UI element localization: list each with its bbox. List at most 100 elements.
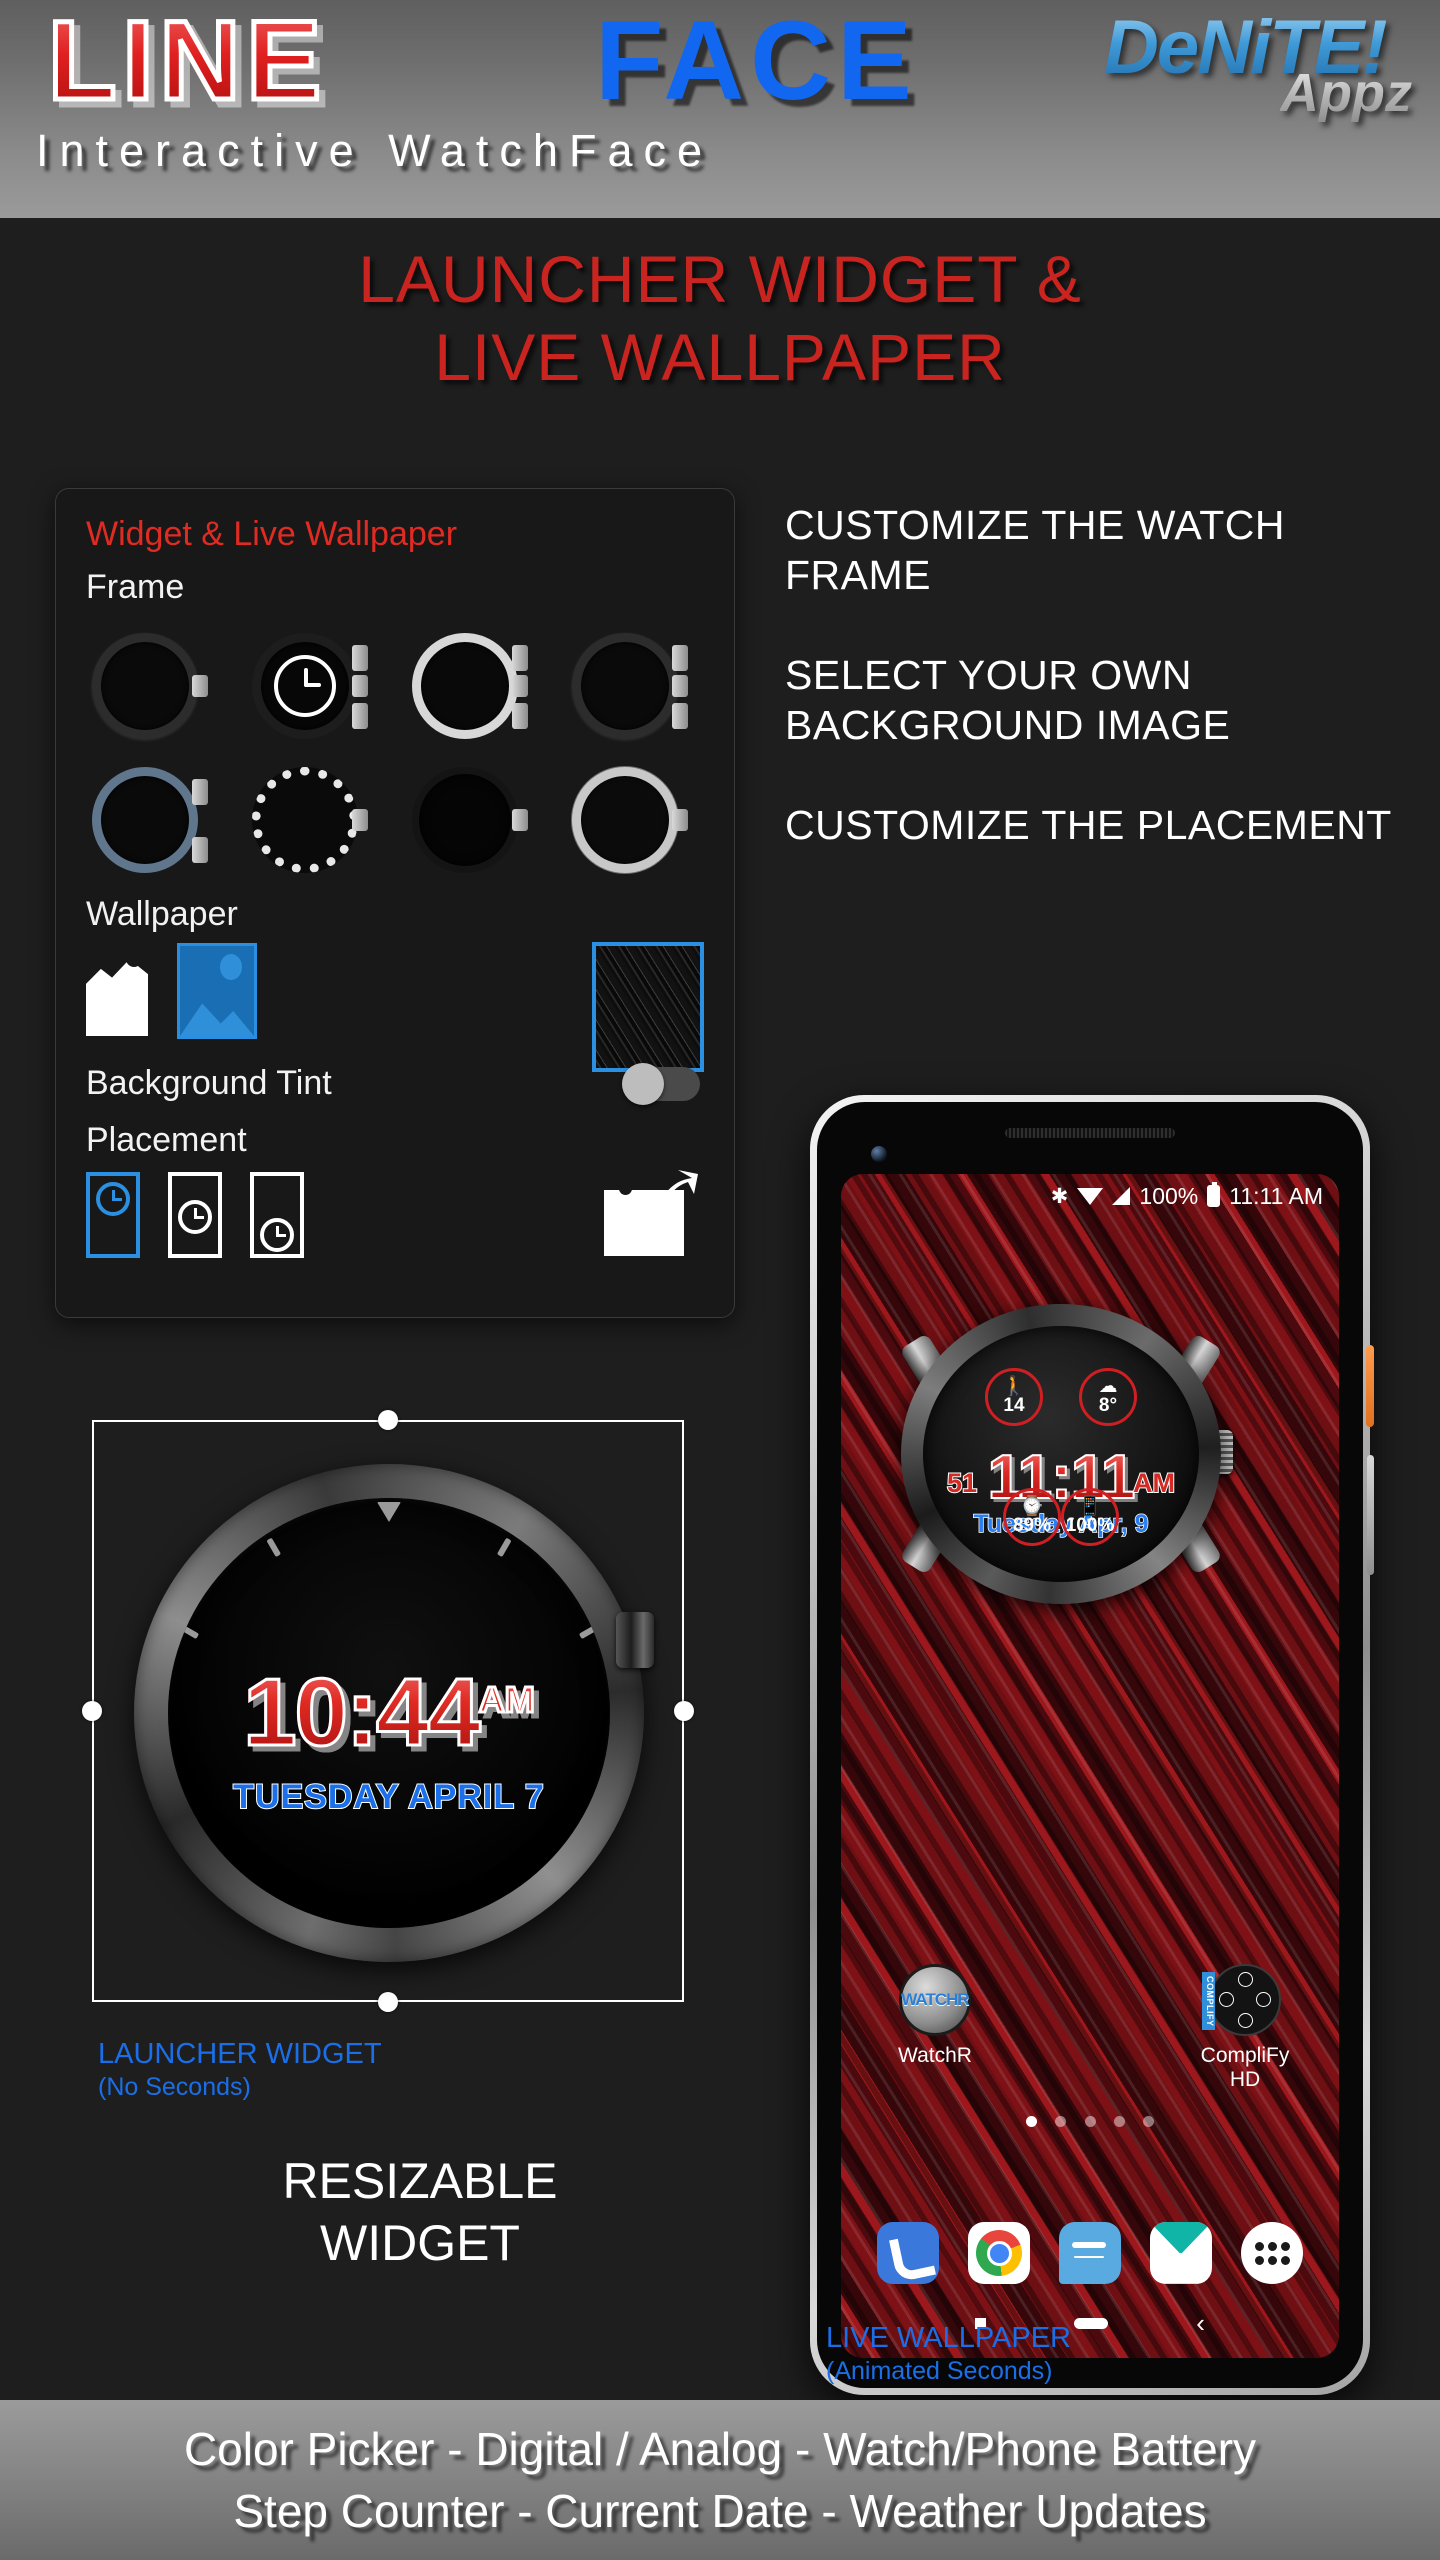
phone-battery-complication[interactable]: 📱 100%	[1061, 1488, 1119, 1546]
feature-list: CUSTOMIZE THE WATCH FRAME SELECT YOUR OW…	[785, 500, 1405, 900]
share-image-icon[interactable]	[604, 1168, 700, 1256]
placement-row	[86, 1170, 704, 1258]
steps-value: 14	[1003, 1395, 1025, 1416]
frame-option-6[interactable]	[406, 761, 528, 879]
frame-lug-icon	[352, 809, 368, 831]
drawer-dot	[1267, 2256, 1277, 2265]
frame-ring-icon	[252, 767, 358, 873]
placement-option-bottom[interactable]	[250, 1172, 304, 1258]
placement-option-top[interactable]	[86, 1172, 140, 1258]
resize-handle-top[interactable]	[378, 1410, 398, 1430]
drawer-dot	[1280, 2256, 1290, 2265]
status-bar: ✱ 100% 11:11 AM	[841, 1174, 1339, 1218]
frame-lug-icon	[192, 675, 208, 697]
app-drawer-icon[interactable]	[1240, 2222, 1303, 2284]
volume-button[interactable]	[1367, 1455, 1374, 1575]
frame-ring-icon	[412, 633, 518, 739]
resize-handle-bottom[interactable]	[378, 1992, 398, 2012]
frame-option-2[interactable]	[406, 627, 528, 745]
resize-handle-right[interactable]	[674, 1701, 694, 1721]
frame-ring-icon	[92, 767, 198, 873]
nav-home-button[interactable]	[1074, 2317, 1109, 2329]
hero-heading: LAUNCHER WIDGET & LIVE WALLPAPER	[0, 240, 1440, 396]
frame-option-1[interactable]	[246, 627, 368, 745]
page-dot[interactable]	[1143, 2116, 1155, 2127]
email-app-icon[interactable]	[1149, 2222, 1212, 2284]
app-dock	[841, 2222, 1339, 2284]
complify-sub-icon	[1219, 1992, 1234, 2007]
hero-line-2: LIVE WALLPAPER	[434, 320, 1006, 394]
chrome-app-icon[interactable]	[968, 2222, 1031, 2284]
widget-time: 10:44AM	[168, 1658, 610, 1768]
page-dot[interactable]	[1084, 2116, 1096, 2127]
background-tint-label: Background Tint	[86, 1064, 332, 1102]
live-wallpaper-watchface[interactable]: 🚶 14 ☁ 8° 51 11:11 AM Tuesday Apr, 9 ⌚	[899, 1304, 1233, 1604]
dial-tick	[179, 1624, 200, 1640]
weather-value: 8°	[1098, 1395, 1118, 1416]
walking-icon: 🚶	[1002, 1376, 1026, 1397]
nav-back-button[interactable]: ‹	[1196, 2310, 1205, 2336]
frame-option-4[interactable]	[86, 761, 208, 879]
frame-lug-icon	[512, 703, 528, 729]
frame-lug-icon	[672, 645, 688, 671]
caption-sub: (Animated Seconds)	[826, 2357, 1053, 2385]
app-shortcut-watchr[interactable]: WATCHR WatchR	[875, 1964, 995, 2068]
page-indicator	[841, 2114, 1339, 2132]
frame-option-3[interactable]	[566, 627, 688, 745]
complify-sub-icon	[1256, 1992, 1271, 2007]
drawer-dot	[1254, 2256, 1264, 2265]
dial-marker-icon	[377, 1502, 401, 1522]
frame-ring-icon	[572, 767, 678, 873]
watch-battery-complication[interactable]: ⌚ 89%	[1003, 1488, 1061, 1546]
frame-lug-icon	[512, 645, 528, 671]
background-tint-toggle[interactable]	[622, 1062, 700, 1105]
footer-line-1: Color Picker - Digital / Analog - Watch/…	[183, 2423, 1257, 2475]
frame-lug-icon	[672, 675, 688, 697]
widget-time-value: 10:44	[242, 1658, 483, 1768]
resize-handle-left[interactable]	[82, 1701, 102, 1721]
clock-icon	[274, 655, 336, 717]
weather-complication[interactable]: ☁ 8°	[1079, 1368, 1137, 1426]
dial-tick	[266, 1537, 282, 1558]
watchface-ampm: AM	[1132, 1467, 1176, 1499]
frame-section-label: Frame	[86, 568, 185, 606]
phone-app-icon[interactable]	[877, 2222, 940, 2284]
wallpaper-option-none[interactable]	[86, 946, 152, 1038]
wallpaper-preview-thumb[interactable]	[592, 942, 704, 1072]
frame-option-5[interactable]	[246, 761, 368, 879]
phone-body: ✱ 100% 11:11 AM 🚶 14 ☁ 8° 11:11 AM Tuesd…	[817, 1102, 1363, 2388]
placement-option-middle[interactable]	[168, 1172, 222, 1258]
frame-ring-icon	[92, 633, 198, 739]
messages-app-icon[interactable]	[1058, 2222, 1121, 2284]
widget-watchface[interactable]: 10:44AM TUESDAY APRIL 7	[134, 1464, 654, 1962]
launcher-widget-demo: 10:44AM TUESDAY APRIL 7	[82, 1410, 694, 2020]
wallpaper-option-pick[interactable]	[177, 943, 257, 1039]
frame-ring-icon	[412, 767, 518, 873]
app-shortcut-complify[interactable]: COMPLIFY CompliFy HD	[1185, 1964, 1305, 2092]
status-battery-percent: 100%	[1139, 1182, 1199, 1209]
phone-screen: ✱ 100% 11:11 AM 🚶 14 ☁ 8° 11:11 AM Tuesd…	[841, 1174, 1339, 2358]
page-dot[interactable]	[1055, 2116, 1067, 2127]
feature-item-1: SELECT YOUR OWN BACKGROUND IMAGE	[785, 652, 1231, 748]
frame-option-7[interactable]	[566, 761, 688, 879]
frame-lug-icon	[352, 675, 368, 697]
image-sun-dot	[619, 1182, 632, 1195]
page-dot[interactable]	[1113, 2116, 1125, 2127]
footer-feature-bar: Color Picker - Digital / Analog - Watch/…	[0, 2400, 1440, 2560]
toggle-knob	[622, 1062, 664, 1105]
cloud-icon: ☁	[1098, 1376, 1118, 1397]
frame-grid	[86, 627, 704, 879]
feature-item-0: CUSTOMIZE THE WATCH FRAME	[785, 502, 1285, 598]
settings-panel: Widget & Live Wallpaper Frame Wallpaper …	[55, 488, 735, 1318]
frame-lug-icon	[512, 809, 528, 831]
clock-icon	[260, 1218, 294, 1252]
frame-option-0[interactable]	[86, 627, 208, 745]
no-image-icon	[86, 946, 148, 1036]
app-subtitle: Interactive WatchFace	[36, 125, 714, 176]
frame-lug-icon	[512, 675, 528, 697]
wifi-icon	[1077, 1187, 1104, 1205]
page-dot[interactable]	[1025, 2116, 1037, 2127]
steps-complication[interactable]: 🚶 14	[985, 1368, 1043, 1426]
hero-line-1: LAUNCHER WIDGET &	[358, 242, 1082, 316]
power-button[interactable]	[1366, 1345, 1374, 1427]
